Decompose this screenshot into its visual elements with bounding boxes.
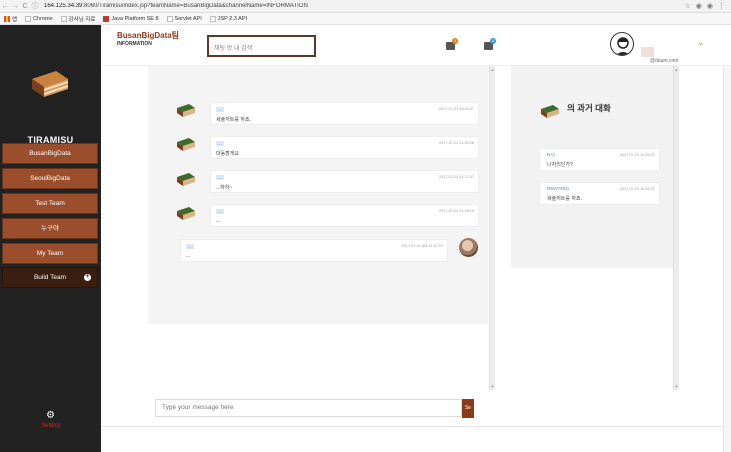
gears-icon: ⚙ [46, 410, 55, 421]
message-input[interactable]: Type your message here [155, 399, 462, 417]
apps-icon [4, 15, 10, 22]
user-email: @daum.com [650, 58, 679, 64]
message-text: 대동할게요 [216, 151, 240, 157]
bookmark-apps[interactable]: 앱 [4, 15, 17, 23]
sender-name: ... [216, 141, 224, 146]
top-header: BusanBigData팀 INFORMATION 채팅 방 내 검색 1 0 … [101, 25, 731, 66]
cake-avatar-icon [177, 104, 195, 117]
scroll-up-icon[interactable]: ▲ [674, 67, 679, 72]
reload-icon[interactable]: C [20, 3, 30, 10]
menu-icon[interactable]: ⋮ [718, 2, 725, 10]
sender-name: ... [216, 209, 224, 214]
sender-name: ... [186, 244, 194, 249]
sidebar: TIRAMISU BusanBigData SeoulBigData Test … [0, 25, 101, 452]
past-message[interactable]: RMATION) 2017-07-01 10:32:07 세슐히트를 하죠. [539, 182, 660, 205]
cake-avatar-icon [177, 138, 195, 151]
bookmark-jsp[interactable]: JSP 2.3 API [209, 15, 247, 22]
blurred-username [641, 47, 654, 57]
past-sender: DA) [547, 152, 555, 157]
user-avatar-icon [616, 37, 630, 55]
chat-message: ... 2017-07-01 11:20:26 대동할게요 [210, 136, 479, 159]
message-text: 세슐히트를 하죠. [216, 117, 251, 123]
scroll-down-icon[interactable]: ▼ [490, 384, 495, 389]
channel-name: INFORMATION [117, 41, 152, 47]
message-time: 2017-07-01 11:20:26 [439, 141, 474, 145]
cake-avatar-icon [177, 207, 195, 220]
past-conversation-title: 의 과거 대화 [567, 103, 611, 113]
scroll-up-icon[interactable]: ▲ [490, 67, 495, 72]
plus-icon[interactable]: + [84, 274, 91, 281]
back-icon[interactable]: ← [0, 3, 10, 10]
message-time: 2017-07-01 10:32:07 [438, 107, 474, 111]
cake-avatar-icon [541, 105, 559, 118]
past-text: 세슐히트를 하죠. [547, 196, 582, 202]
notification-badge: 1 [452, 38, 458, 44]
message-time: 2017-07-01 AM 11:47:07 [401, 244, 443, 248]
page-icon [209, 15, 216, 22]
sidebar-item-busanbigdata[interactable]: BusanBigData [2, 143, 98, 164]
cake-avatar-icon [177, 173, 195, 186]
build-team-label: Build Team [33, 274, 67, 281]
sidebar-item-build-team[interactable]: Build Team + [2, 267, 98, 288]
message-text: ... [186, 253, 191, 259]
user-photo-avatar [459, 238, 478, 257]
search-input[interactable]: 채팅 방 내 검색 [207, 35, 316, 57]
past-scrollbar[interactable]: ▲ ▼ [673, 66, 679, 390]
setting-label: Setting [41, 423, 60, 429]
past-sender: RMATION) [547, 186, 569, 191]
past-text: 나자리인가? [547, 162, 573, 168]
page-icon [25, 15, 32, 22]
message-time: 2017-07-01 11:28:19 [439, 209, 474, 213]
extension-icon[interactable]: ◉ [707, 2, 713, 10]
sidebar-item-seoulbigdata[interactable]: SeoulBigData [2, 168, 98, 189]
scroll-down-icon[interactable]: ▼ [674, 384, 679, 389]
chat-scrollbar[interactable]: ▲ ▼ [489, 66, 495, 390]
chevron-down-icon[interactable]: ⌄ [697, 37, 705, 48]
chat-message: ... 2017-07-01 10:32:07 세슐히트를 하죠. [210, 102, 479, 125]
sidebar-item-test-team[interactable]: Test Team [2, 193, 98, 214]
notification-badge: 0 [490, 38, 496, 44]
sender-name: ... [216, 175, 224, 180]
sidebar-item-my-team[interactable]: My Team [2, 243, 98, 264]
bookmarks-bar: 앱 Chrome 강사님 자료 Java Platform SE 8 Servl… [0, 13, 731, 25]
page-scrollbar[interactable] [723, 66, 731, 452]
divider [101, 426, 731, 427]
page-icon [166, 15, 173, 22]
sender-name: ... [216, 107, 224, 112]
bookmark-servlet[interactable]: Servlet API [166, 15, 202, 22]
send-button[interactable]: Se [462, 399, 474, 418]
avatar[interactable] [610, 32, 634, 56]
sidebar-item-nuguya[interactable]: 누구야 [2, 218, 98, 239]
java-icon [103, 15, 110, 22]
past-time: 2017-07-01 10:32:07 [619, 187, 655, 191]
setting-button[interactable]: ⚙ Setting [0, 410, 101, 429]
bookmark-java[interactable]: Java Platform SE 8 [103, 15, 159, 22]
past-message[interactable]: DA) 2017-07-01 10:32:07 나자리인가? [539, 148, 660, 171]
browser-address-bar: ← → C ⓘ 164.125.34.39:8060/Tiramisu/inde… [0, 0, 731, 13]
page-title: BusanBigData팀 [117, 31, 180, 40]
extension-icon[interactable]: ◉ [696, 2, 702, 10]
message-time: 2017-07-01 11:27:07 [439, 175, 474, 179]
page-icon [60, 15, 67, 22]
chat-message-own: ... 2017-07-01 AM 11:47:07 ... [180, 239, 448, 262]
cake-logo-icon [32, 71, 68, 97]
chat-message: ... 2017-07-01 11:28:19 ... [210, 204, 479, 227]
forward-icon[interactable]: → [10, 3, 20, 10]
bookmark-chrome[interactable]: Chrome [25, 15, 53, 22]
message-text: ... [216, 218, 221, 224]
past-time: 2017-07-01 10:32:07 [619, 153, 655, 157]
url-field[interactable]: 164.125.34.39:8060/Tiramisu/index.jsp?te… [44, 3, 685, 9]
star-icon[interactable]: ☆ [685, 2, 691, 10]
info-icon[interactable]: ⓘ [30, 1, 40, 11]
bookmark-teacher[interactable]: 강사님 자료 [60, 15, 95, 23]
message-text: ...하하~ [216, 185, 233, 191]
chat-message: ... 2017-07-01 11:27:07 ...하하~ [210, 170, 479, 193]
